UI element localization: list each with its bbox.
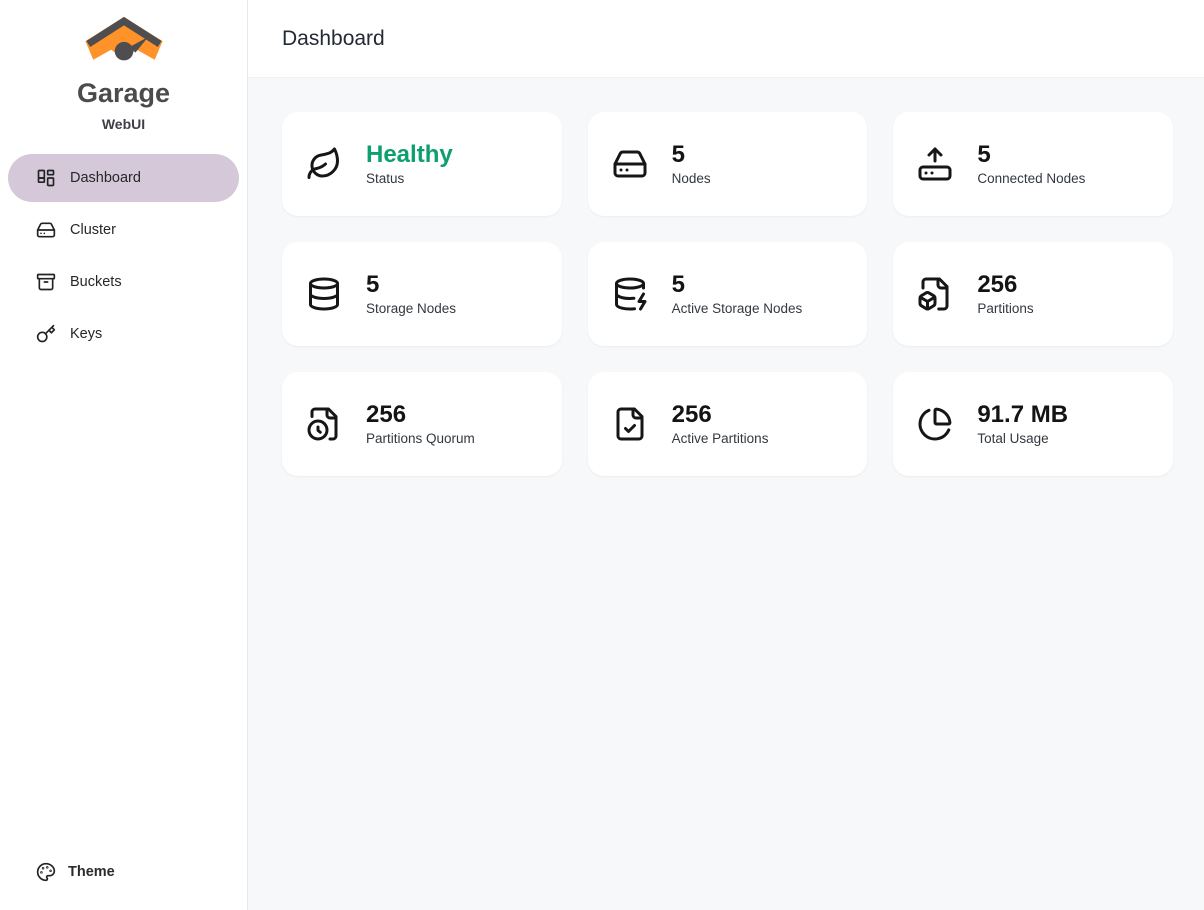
- sidebar-nav: Dashboard Cluster Buckets Keys: [0, 154, 247, 358]
- stat-value: 5: [977, 142, 1085, 167]
- sidebar-item-buckets[interactable]: Buckets: [8, 258, 239, 306]
- garage-logo-icon: [81, 14, 167, 74]
- theme-button[interactable]: Theme: [8, 850, 239, 894]
- stat-value: 256: [366, 402, 475, 427]
- archive-icon: [36, 272, 56, 292]
- sidebar-item-dashboard[interactable]: Dashboard: [8, 154, 239, 202]
- sidebar-item-label: Cluster: [70, 222, 116, 238]
- sidebar-item-label: Keys: [70, 326, 102, 342]
- page-title: Dashboard: [282, 27, 385, 51]
- stat-text: 5 Connected Nodes: [977, 142, 1085, 186]
- main-area: Dashboard Healthy Status 5 Nodes: [248, 0, 1204, 910]
- app-subtitle: WebUI: [0, 116, 247, 132]
- stat-text: 256 Partitions Quorum: [366, 402, 475, 446]
- stat-value: 5: [672, 272, 803, 297]
- sidebar: Garage WebUI Dashboard Cluster Buckets: [0, 0, 248, 910]
- database-zap-icon: [612, 276, 648, 312]
- stat-card-active-partitions: 256 Active Partitions: [588, 372, 868, 476]
- sidebar-item-cluster[interactable]: Cluster: [8, 206, 239, 254]
- stat-text: 5 Nodes: [672, 142, 711, 186]
- stat-text: 256 Partitions: [977, 272, 1033, 316]
- hard-drive-icon: [612, 146, 648, 182]
- stat-value: 5: [672, 142, 711, 167]
- sidebar-item-label: Buckets: [70, 274, 122, 290]
- top-bar: Dashboard: [248, 0, 1204, 78]
- leaf-icon: [306, 146, 342, 182]
- palette-icon: [36, 862, 56, 882]
- hard-drive-upload-icon: [917, 146, 953, 182]
- stat-label: Storage Nodes: [366, 301, 456, 316]
- stat-card-status: Healthy Status: [282, 112, 562, 216]
- stat-value-status: Healthy: [366, 142, 453, 167]
- stat-text: 5 Active Storage Nodes: [672, 272, 803, 316]
- chart-pie-icon: [917, 406, 953, 442]
- stat-label: Status: [366, 171, 453, 186]
- stat-label: Total Usage: [977, 431, 1068, 446]
- stat-text: 5 Storage Nodes: [366, 272, 456, 316]
- stats-grid: Healthy Status 5 Nodes 5 C: [282, 112, 1173, 476]
- stat-value: 5: [366, 272, 456, 297]
- stat-label: Active Partitions: [672, 431, 769, 446]
- stat-label: Partitions Quorum: [366, 431, 475, 446]
- stat-card-nodes: 5 Nodes: [588, 112, 868, 216]
- file-clock-icon: [306, 406, 342, 442]
- dashboard-content: Healthy Status 5 Nodes 5 C: [248, 78, 1204, 910]
- file-box-icon: [917, 276, 953, 312]
- stat-label: Connected Nodes: [977, 171, 1085, 186]
- theme-button-label: Theme: [68, 864, 115, 880]
- hard-drive-icon: [36, 220, 56, 240]
- sidebar-item-keys[interactable]: Keys: [8, 310, 239, 358]
- stat-card-total-usage: 91.7 MB Total Usage: [893, 372, 1173, 476]
- stat-card-connected-nodes: 5 Connected Nodes: [893, 112, 1173, 216]
- layout-dashboard-icon: [36, 168, 56, 188]
- stat-label: Nodes: [672, 171, 711, 186]
- stat-label: Active Storage Nodes: [672, 301, 803, 316]
- stat-card-storage-nodes: 5 Storage Nodes: [282, 242, 562, 346]
- stat-text: 91.7 MB Total Usage: [977, 402, 1068, 446]
- app-name: Garage: [0, 80, 247, 107]
- stat-label: Partitions: [977, 301, 1033, 316]
- stat-value: 256: [672, 402, 769, 427]
- sidebar-bottom: Theme: [0, 850, 247, 910]
- stat-text: Healthy Status: [366, 142, 453, 186]
- stat-value: 256: [977, 272, 1033, 297]
- stat-card-partitions-quorum: 256 Partitions Quorum: [282, 372, 562, 476]
- stat-card-active-storage-nodes: 5 Active Storage Nodes: [588, 242, 868, 346]
- stat-value: 91.7 MB: [977, 402, 1068, 427]
- file-check-icon: [612, 406, 648, 442]
- key-icon: [36, 324, 56, 344]
- app-logo: Garage WebUI: [0, 0, 247, 132]
- stat-text: 256 Active Partitions: [672, 402, 769, 446]
- database-icon: [306, 276, 342, 312]
- stat-card-partitions: 256 Partitions: [893, 242, 1173, 346]
- sidebar-item-label: Dashboard: [70, 170, 141, 186]
